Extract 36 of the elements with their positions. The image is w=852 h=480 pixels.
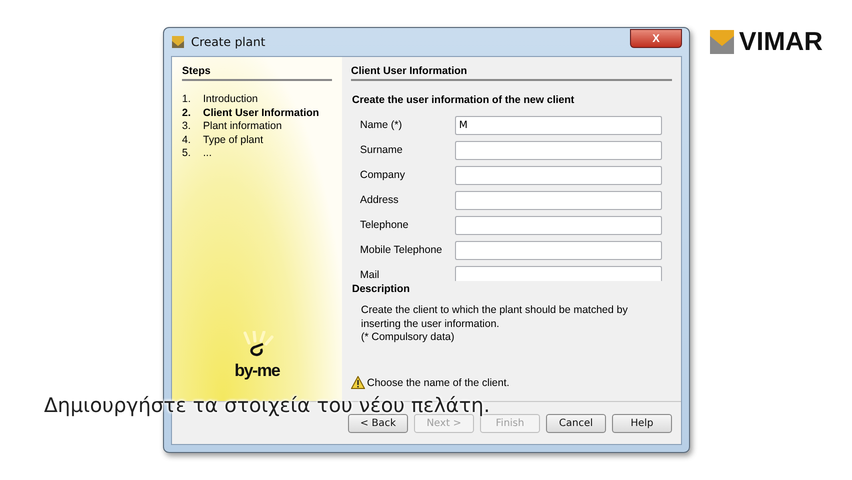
window-title: Create plant xyxy=(191,35,266,49)
dialog-button[interactable]: < Back xyxy=(348,414,408,432)
steps-heading: Steps xyxy=(182,65,332,81)
step-item: 1. Introduction xyxy=(182,93,259,107)
text-field[interactable] xyxy=(455,166,662,185)
brand-logo: VIMAR xyxy=(739,26,823,57)
description-heading: Description xyxy=(352,283,411,295)
field-label: Name (*) xyxy=(360,118,404,133)
vimar-logo-icon xyxy=(710,30,734,54)
step-item: 4. Type of plant xyxy=(182,134,264,148)
field-label: Mail xyxy=(360,268,380,281)
app-icon xyxy=(171,35,185,49)
text-field[interactable] xyxy=(455,141,662,160)
step-item: 2. Client User Information xyxy=(182,106,320,120)
section-subtitle: Create the user information of the new client xyxy=(352,94,576,106)
step-item: 3. Plant information xyxy=(182,120,283,134)
text-field[interactable]: M xyxy=(455,116,662,135)
description-text: Create the client to which the plant should be matched by inserting the user information. xyxy=(360,304,629,332)
section-heading: Client User Information xyxy=(351,65,672,81)
warning-message: Choose the name of the client. xyxy=(367,376,510,388)
text-field[interactable] xyxy=(455,241,662,260)
byme-logo: by-me xyxy=(234,361,280,381)
description-text: (* Compulsory data) xyxy=(360,331,456,345)
step-item: 5. ... xyxy=(182,147,213,161)
text-field[interactable] xyxy=(455,266,662,281)
text-field[interactable] xyxy=(455,191,662,210)
dialog-button[interactable]: Cancel xyxy=(546,414,606,432)
field-label: Telephone xyxy=(360,218,410,233)
field-label: Mobile Telephone xyxy=(360,243,444,258)
field-label: Company xyxy=(360,168,406,183)
warning-icon xyxy=(351,376,365,389)
field-label: Address xyxy=(360,193,400,208)
field-label: Surname xyxy=(360,143,404,158)
text-field[interactable] xyxy=(455,216,662,235)
close-button[interactable]: X xyxy=(630,29,682,48)
dialog-button[interactable]: Help xyxy=(612,414,672,432)
